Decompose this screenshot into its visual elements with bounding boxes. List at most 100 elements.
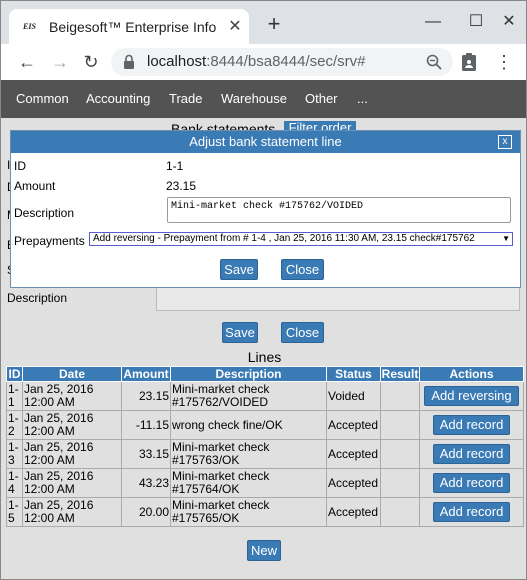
- menu-trade[interactable]: Trade: [169, 91, 202, 107]
- app-menu-bar: Common Accounting Trade Warehouse Other …: [0, 80, 527, 118]
- cell-id: 1-5: [6, 497, 23, 527]
- url-path: :8444/bsa8444/sec/srv#: [206, 53, 366, 70]
- dialog-close-button[interactable]: Close: [281, 259, 324, 280]
- add-record-button[interactable]: Add record: [432, 473, 511, 493]
- cell-id: 1-3: [6, 439, 23, 469]
- cell-id: 1-4: [6, 468, 23, 498]
- cell-date: Jan 25, 2016 12:00 AM: [22, 410, 122, 440]
- new-line-button[interactable]: New: [247, 540, 281, 561]
- bg-description-field[interactable]: [156, 285, 520, 311]
- reload-button[interactable]: ↻: [79, 50, 103, 74]
- description-label: Description: [14, 206, 75, 220]
- table-row: 1-4 Jan 25, 2016 12:00 AM 43.23 Mini-mar…: [6, 468, 524, 498]
- menu-other[interactable]: Other: [305, 91, 338, 107]
- forward-button[interactable]: →: [48, 50, 72, 74]
- lines-title: Lines: [247, 349, 282, 365]
- cell-actions: Add record: [419, 468, 524, 498]
- col-header-actions: Actions: [419, 366, 524, 382]
- address-bar[interactable]: localhost:8444/bsa8444/sec/srv#: [111, 48, 453, 76]
- col-header-id: ID: [6, 366, 23, 382]
- cell-id: 1-2: [6, 410, 23, 440]
- dropdown-arrow-icon: ▼: [502, 234, 510, 243]
- cell-result: [380, 439, 420, 469]
- col-header-result: Result: [380, 366, 420, 382]
- window-close-button[interactable]: ✕: [497, 11, 521, 33]
- cell-status: Accepted: [326, 410, 381, 440]
- minimize-button[interactable]: —: [421, 11, 445, 33]
- cell-result: [380, 410, 420, 440]
- cell-result: [380, 381, 420, 411]
- browser-menu-icon[interactable]: ⋮: [495, 50, 513, 74]
- col-header-date: Date: [22, 366, 122, 382]
- cell-result: [380, 497, 420, 527]
- col-header-status: Status: [326, 366, 381, 382]
- tab-title: Beigesoft™ Enterprise Info: [49, 19, 217, 35]
- menu-warehouse[interactable]: Warehouse: [221, 91, 287, 107]
- save-button[interactable]: Save: [222, 322, 258, 343]
- table-row: 1-2 Jan 25, 2016 12:00 AM -11.15 wrong c…: [6, 410, 524, 440]
- dialog-header: Adjust bank statement line x: [11, 131, 520, 153]
- id-label: ID: [14, 159, 26, 173]
- adjust-line-dialog: Adjust bank statement line x ID 1-1 Amou…: [10, 130, 521, 288]
- add-reversing-button[interactable]: Add reversing: [424, 386, 519, 406]
- cell-amount: 23.15: [121, 381, 171, 411]
- table-row: 1-1 Jan 25, 2016 12:00 AM 23.15 Mini-mar…: [6, 381, 524, 411]
- dialog-close-icon[interactable]: x: [498, 135, 512, 149]
- cell-status: Accepted: [326, 468, 381, 498]
- cell-amount: -11.15: [121, 410, 171, 440]
- cell-description: Mini-market check #175762/VOIDED: [170, 381, 327, 411]
- amount-value: 23.15: [166, 179, 197, 193]
- cell-status: Accepted: [326, 439, 381, 469]
- prepayments-select[interactable]: Add reversing - Prepayment from # 1-4 , …: [89, 232, 513, 246]
- dialog-save-button[interactable]: Save: [220, 259, 258, 280]
- menu-more[interactable]: ...: [357, 91, 368, 107]
- lines-table: ID Date Amount Description Status Result…: [6, 366, 524, 527]
- cell-actions: Add record: [419, 439, 524, 469]
- zoom-icon[interactable]: [425, 53, 443, 71]
- extension-icon[interactable]: [460, 52, 478, 72]
- cell-amount: 20.00: [121, 497, 171, 527]
- dialog-body: ID 1-1 Amount 23.15 Description Mini-mar…: [11, 153, 520, 287]
- cell-description: Mini-market check #175765/OK: [170, 497, 327, 527]
- table-row: 1-5 Jan 25, 2016 12:00 AM 20.00 Mini-mar…: [6, 497, 524, 527]
- add-record-button[interactable]: Add record: [432, 502, 511, 522]
- add-record-button[interactable]: Add record: [432, 415, 511, 435]
- cell-description: Mini-market check #175763/OK: [170, 439, 327, 469]
- favicon-icon: EIS: [23, 22, 36, 31]
- cell-status: Voided: [326, 381, 381, 411]
- close-button[interactable]: Close: [281, 322, 324, 343]
- tab-close-icon[interactable]: ✕: [227, 18, 243, 36]
- lock-icon: [124, 54, 134, 69]
- col-header-description: Description: [170, 366, 327, 382]
- menu-common[interactable]: Common: [16, 91, 69, 107]
- cell-amount: 43.23: [121, 468, 171, 498]
- menu-accounting[interactable]: Accounting: [86, 91, 150, 107]
- maximize-button[interactable]: ☐: [464, 11, 488, 33]
- cell-date: Jan 25, 2016 12:00 AM: [22, 497, 122, 527]
- cell-description: wrong check fine/OK: [170, 410, 327, 440]
- cell-actions: Add record: [419, 410, 524, 440]
- url-text: localhost:8444/bsa8444/sec/srv#: [147, 53, 365, 71]
- back-button[interactable]: ←: [15, 50, 39, 74]
- bg-description-label: Description: [7, 291, 68, 305]
- browser-tab[interactable]: EIS Beigesoft™ Enterprise Info ✕: [9, 9, 249, 45]
- description-field[interactable]: Mini-market check #175762/VOIDED: [167, 197, 511, 223]
- add-record-button[interactable]: Add record: [432, 444, 511, 464]
- cell-actions: Add reversing: [419, 381, 524, 411]
- url-host: localhost: [147, 53, 207, 70]
- cell-date: Jan 25, 2016 12:00 AM: [22, 468, 122, 498]
- cell-id: 1-1: [6, 381, 23, 411]
- prepayments-label: Prepayments: [14, 234, 85, 248]
- table-header-row: ID Date Amount Description Status Result…: [6, 366, 524, 382]
- cell-date: Jan 25, 2016 12:00 AM: [22, 439, 122, 469]
- cell-date: Jan 25, 2016 12:00 AM: [22, 381, 122, 411]
- amount-label: Amount: [14, 179, 56, 193]
- cell-status: Accepted: [326, 497, 381, 527]
- id-value: 1-1: [166, 159, 184, 173]
- browser-tab-bar: EIS Beigesoft™ Enterprise Info ✕ + — ☐ ✕: [0, 0, 527, 45]
- prepayments-selected-value: Add reversing - Prepayment from # 1-4 , …: [93, 233, 475, 244]
- new-tab-button[interactable]: +: [263, 13, 285, 35]
- cell-actions: Add record: [419, 497, 524, 527]
- col-header-amount: Amount: [121, 366, 171, 382]
- table-row: 1-3 Jan 25, 2016 12:00 AM 33.15 Mini-mar…: [6, 439, 524, 469]
